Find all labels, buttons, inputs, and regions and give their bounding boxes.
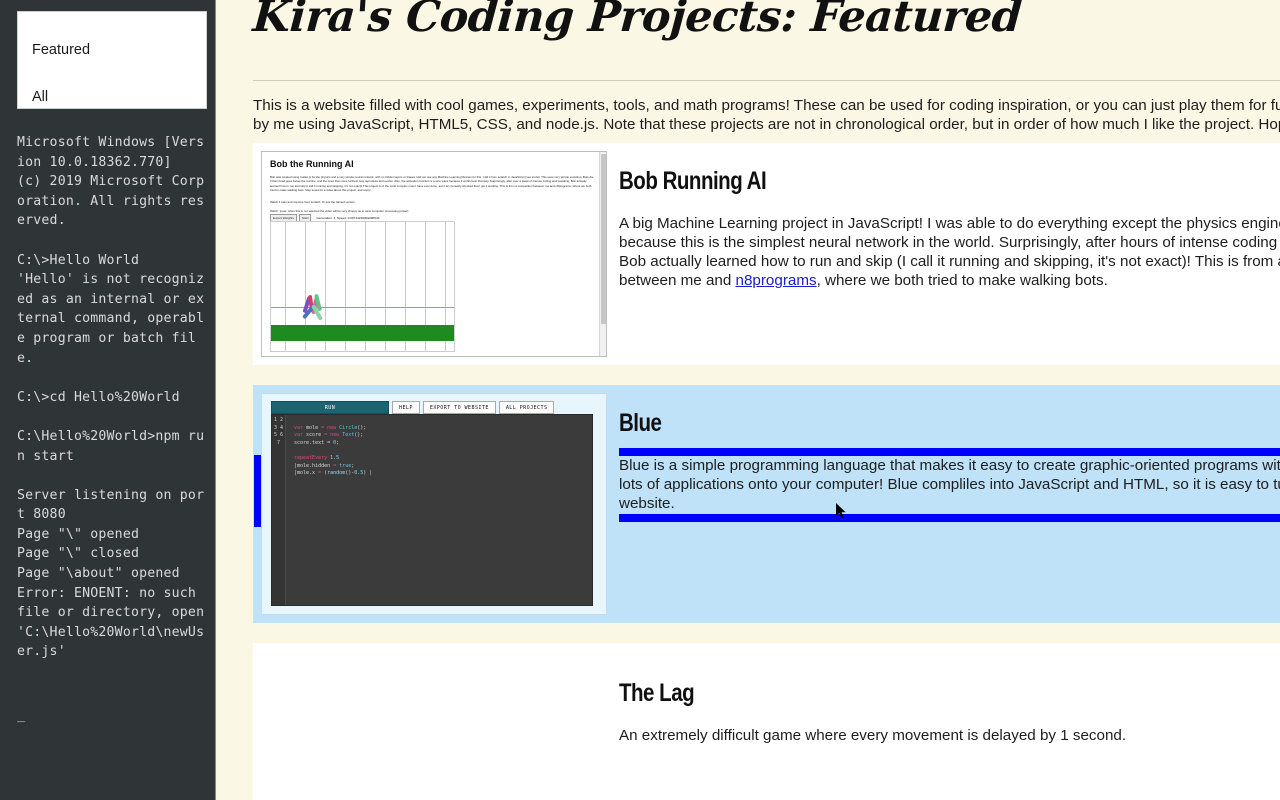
code-line-6: |mole.hidden = true;	[294, 462, 355, 469]
blue-project-thumbnail[interactable]: RUN HELP EXPORT TO WEBSITE ALL PROJECTS …	[261, 393, 607, 615]
blue-editor-tabbar[interactable]: RUN HELP EXPORT TO WEBSITE ALL PROJECTS	[271, 401, 597, 414]
project-card-the-lag[interactable]: The Lag An extremely difficult game wher…	[253, 643, 1280, 800]
project-card-blue[interactable]: RUN HELP EXPORT TO WEBSITE ALL PROJECTS …	[253, 385, 1280, 623]
project-card-bob-running-ai[interactable]: Bob the Running AI Bob was created using…	[253, 143, 1280, 365]
editor-tab-export-to-website[interactable]: EXPORT TO WEBSITE	[422, 401, 496, 414]
code-line-7: |mole.x = (random()-0.5) |	[294, 470, 373, 477]
code-line-5: repeatEvery 1.5	[294, 454, 340, 461]
death-threshold-line	[271, 307, 454, 308]
desc-line-2: because this is the simplest neural netw…	[619, 234, 1280, 251]
card-body: The Lag An extremely difficult game wher…	[619, 643, 1280, 789]
card-body: Blue Blue is a simple programming langua…	[619, 385, 1280, 623]
bob-project-thumbnail[interactable]: Bob the Running AI Bob was created using…	[261, 151, 607, 357]
bob-simulation-canvas	[270, 221, 455, 352]
project-title-the-lag: The Lag	[619, 679, 695, 707]
intro-line-1: This is a website filled with cool games…	[253, 97, 1280, 114]
editor-line-numbers: 1 2 3 4 5 6 7	[272, 415, 286, 605]
bob-walker-figure	[302, 293, 327, 321]
desc-line-1: Blue is a simple programming language th…	[619, 457, 1280, 474]
editor-code-content[interactable]: var mole = new Circle(); var score = new…	[286, 415, 592, 605]
thumbnail-scrollbar[interactable]	[599, 152, 606, 356]
project-description-bob: A big Machine Learning project in JavaSc…	[619, 214, 1280, 290]
page-title: Kira's Coding Projects: Featured	[251, 0, 1024, 42]
editor-tab-all-projects[interactable]: ALL PROJECTS	[498, 401, 555, 414]
editor-tab-run[interactable]: RUN	[271, 401, 389, 414]
code-line-3: score.text = 0;	[294, 439, 340, 446]
project-title-bob: Bob Running AI	[619, 167, 767, 195]
intro-line-2: by me using JavaScript, HTML5, CSS, and …	[253, 116, 1280, 133]
code-line-2: var score = new Text();	[294, 432, 364, 439]
desc-line-4: between me and n8programs, where we both…	[619, 271, 1280, 290]
selection-highlight-bottom	[619, 514, 1280, 522]
terminal-output-text: Microsoft Windows [Version 10.0.18362.77…	[17, 135, 205, 660]
thumbnail-wrapper	[253, 643, 619, 789]
bob-thumb-heading: Bob the Running AI	[270, 159, 354, 169]
intro-paragraph: This is a website filled with cool games…	[253, 96, 1280, 134]
desc-line-4-tail: , where we both tried to make walking bo…	[816, 272, 1108, 289]
desc-line-3: Bob actually learned how to run and skip…	[619, 253, 1280, 270]
desc-line-3: website.	[619, 495, 675, 512]
bob-thumb-paragraph-1: Bob was created using matter.js for the …	[270, 175, 594, 193]
project-title-blue: Blue	[619, 409, 662, 437]
project-description-the-lag: An extremely difficult game where every …	[619, 726, 1280, 745]
projects-page: Kira's Coding Projects: Featured This is…	[217, 0, 1280, 800]
bob-thumb-paragraph-3: Watch: (note: when this is not selected …	[270, 209, 409, 213]
terminal-caret: _	[17, 708, 25, 723]
title-divider	[253, 80, 1280, 81]
code-line-1: var mole = new Circle();	[294, 424, 367, 431]
bob-thumb-paragraph-2: Watch it train and improve from scratch:…	[270, 200, 356, 204]
thumbnail-wrapper[interactable]: Bob the Running AI Bob was created using…	[253, 143, 619, 365]
dropdown-option-featured[interactable]: Featured	[18, 43, 90, 58]
card-body: Bob Running AI A big Machine Learning pr…	[619, 143, 1280, 365]
generation-speed-status: Generation: 4, Speed: 0.0071424000a00054…	[316, 216, 380, 220]
desc-line-1: An extremely difficult game where every …	[619, 727, 1127, 744]
editor-tab-help[interactable]: HELP	[392, 401, 420, 414]
project-description-blue: Blue is a simple programming language th…	[619, 456, 1280, 513]
terminal-window: Featured All Microsoft Windows [Version …	[0, 0, 216, 800]
n8programs-link[interactable]: n8programs	[736, 272, 817, 289]
desc-line-1: A big Machine Learning project in JavaSc…	[619, 215, 1280, 232]
desc-line-4-prefix: between me and	[619, 272, 736, 289]
thumbnail-wrapper[interactable]: RUN HELP EXPORT TO WEBSITE ALL PROJECTS …	[253, 385, 619, 623]
desc-line-2: lots of applications onto your computer!…	[619, 476, 1280, 493]
selection-highlight-top	[619, 448, 1280, 456]
filter-dropdown-menu[interactable]: Featured All	[17, 11, 207, 109]
ground-strip	[271, 325, 454, 341]
dropdown-option-all[interactable]: All	[18, 90, 48, 105]
blue-code-editor[interactable]: 1 2 3 4 5 6 7 var mole = new Circle(); v…	[271, 414, 593, 606]
